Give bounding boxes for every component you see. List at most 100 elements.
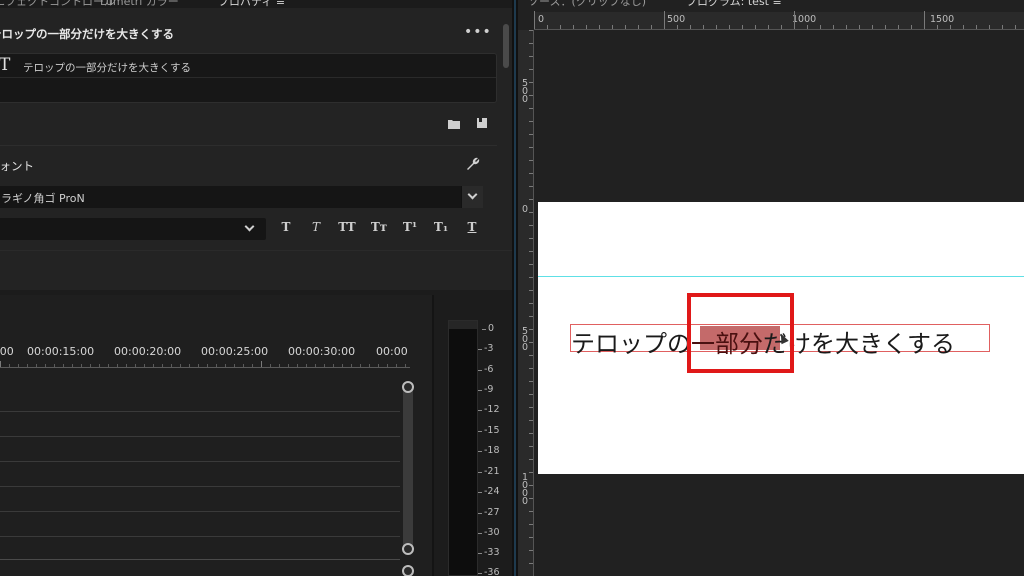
underline-button[interactable]: T [461, 220, 483, 238]
scroll-handle-bottom[interactable] [402, 543, 414, 555]
ruler-tick [924, 11, 925, 29]
wrench-icon[interactable] [464, 156, 480, 172]
tab-effect-controls[interactable]: エフェクトコントロール [0, 0, 115, 8]
ruler-tick [306, 364, 307, 367]
faux-italic-button[interactable]: T [305, 220, 327, 238]
ruler-label: 500 [521, 326, 529, 353]
all-caps-button[interactable]: TT [336, 220, 358, 238]
ruler-tick [872, 25, 873, 29]
audio-meter-panel: 0 -3 -6 -9 -12 -15 -18 -21 -24 -27 -30 -… [432, 295, 512, 576]
text-layer-name: テロップの一部分だけを大きくする [23, 62, 191, 74]
text-layer-item[interactable]: T テロップの一部分だけを大きくする [0, 54, 496, 78]
scroll-handle-top[interactable] [402, 381, 414, 393]
time-ruler[interactable] [0, 367, 410, 368]
ruler-tick [225, 364, 226, 367]
ruler-label: 1500 [930, 14, 955, 25]
folder-icon[interactable] [448, 119, 460, 129]
ruler-tick [529, 30, 533, 31]
ruler-tick [369, 364, 370, 367]
ruler-tick [216, 364, 217, 367]
ruler-label: 500 [521, 78, 529, 105]
ruler-tick [529, 485, 533, 486]
ruler-tick [859, 25, 860, 29]
tab-properties[interactable]: プロパティ ≡ [218, 0, 285, 8]
ruler-tick [529, 160, 533, 161]
subscript-button[interactable]: T₁ [430, 220, 452, 238]
ruler-tick [529, 186, 533, 187]
timecode-label: 00:00 [376, 345, 408, 358]
ruler-tick [529, 407, 533, 408]
ruler-tick [81, 364, 82, 367]
left-tab-bar: エフェクトコントロール Lumetri カラー プロパティ ≡ [0, 0, 512, 8]
ruler-tick [288, 364, 289, 367]
ruler-tick [529, 420, 533, 421]
guide-line[interactable] [538, 276, 1024, 277]
ruler-tick [529, 524, 533, 525]
ruler-tick [351, 364, 352, 367]
ruler-tick [529, 290, 533, 291]
ruler-tick [36, 364, 37, 367]
ruler-tick [243, 364, 244, 367]
ruler-tick [529, 212, 533, 213]
horizontal-ruler[interactable]: 0 500 1000 1500 [534, 11, 1024, 30]
ruler-tick [261, 361, 262, 367]
chevron-down-icon [244, 221, 255, 232]
ruler-tick [529, 498, 533, 499]
faux-bold-button[interactable]: T [275, 220, 297, 238]
small-caps-button[interactable]: Tт [368, 220, 390, 238]
ruler-tick [529, 355, 533, 356]
ruler-tick [742, 25, 743, 29]
ruler-tick [72, 364, 73, 367]
ruler-tick [547, 25, 548, 29]
font-style-select[interactable] [0, 218, 266, 240]
scroll-handle-horizontal[interactable] [402, 565, 414, 576]
tab-source-monitor[interactable]: ソース：(クリップなし) [528, 0, 646, 8]
db-label: -6 [477, 364, 494, 375]
chevron-down-icon [467, 189, 478, 200]
ruler-tick [529, 316, 533, 317]
ruler-tick [534, 11, 535, 29]
ruler-tick [324, 364, 325, 367]
ruler-tick [162, 364, 163, 367]
ruler-tick [180, 364, 181, 367]
new-item-icon[interactable] [477, 118, 489, 128]
ruler-tick [529, 550, 533, 551]
ruler-tick [529, 277, 533, 278]
ruler-tick [144, 364, 145, 367]
ruler-tick [529, 173, 533, 174]
vertical-ruler[interactable]: 500 0 500 1000 [518, 30, 534, 576]
tab-lumetri-color[interactable]: Lumetri カラー [100, 0, 179, 8]
properties-scrollbar[interactable] [503, 24, 509, 68]
ruler-label: 1000 [521, 472, 529, 507]
ruler-tick [387, 364, 388, 367]
ruler-tick [279, 364, 280, 367]
more-options-button[interactable]: ••• [464, 24, 492, 40]
ruler-tick [529, 199, 533, 200]
ruler-tick [529, 381, 533, 382]
superscript-button[interactable]: T¹ [399, 220, 421, 238]
ruler-tick [529, 56, 533, 57]
program-canvas[interactable]: テロップの一部分だけを大きくする [538, 202, 1024, 474]
ruler-tick [529, 69, 533, 70]
ruler-tick [976, 25, 977, 29]
font-family-select[interactable]: ヒラギノ角ゴ ProN [0, 186, 483, 208]
program-monitor-panel: ソース：(クリップなし) プログラム: test ≡ 0 500 1000 15… [518, 0, 1024, 576]
title-text-before: テロップの [571, 330, 691, 358]
db-label: -9 [477, 384, 494, 395]
ruler-tick [529, 43, 533, 44]
ruler-tick [885, 25, 886, 29]
ruler-tick [529, 472, 533, 473]
ruler-tick [405, 364, 406, 367]
ruler-tick [529, 394, 533, 395]
ruler-tick [529, 433, 533, 434]
tab-program-monitor[interactable]: プログラム: test ≡ [686, 0, 782, 8]
ruler-tick [911, 25, 912, 29]
track-divider [0, 486, 400, 487]
ruler-tick [755, 25, 756, 29]
properties-title: テロップの一部分だけを大きくする [0, 27, 174, 41]
db-label: -21 [478, 466, 500, 477]
timeline-vertical-scrollbar[interactable] [403, 383, 413, 549]
font-family-dropdown-button[interactable] [461, 186, 483, 208]
ruler-tick [716, 25, 717, 29]
ruler-tick [820, 25, 821, 29]
